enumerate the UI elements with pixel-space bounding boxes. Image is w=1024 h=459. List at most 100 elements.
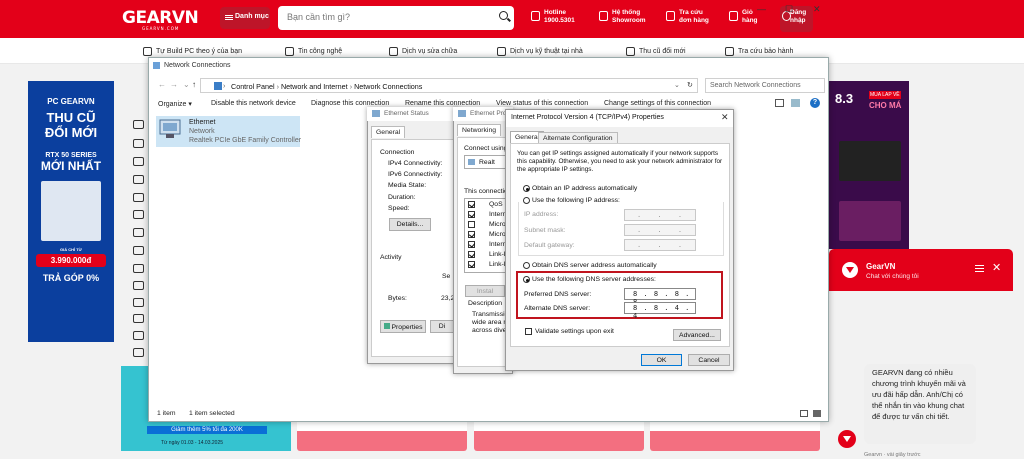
breadcrumb-control-panel[interactable]: Control Panel: [231, 82, 275, 91]
warranty-icon: [725, 47, 734, 56]
install-button[interactable]: Instal: [465, 285, 505, 297]
back-arrow-icon[interactable]: ←: [158, 80, 166, 89]
up-arrow-icon[interactable]: ↑: [192, 80, 196, 89]
subnav-build-pc[interactable]: Tự Build PC theo ý của bạn: [143, 47, 242, 56]
alternate-dns-field[interactable]: 8 . 8 . 4 . 4: [624, 302, 696, 320]
headset-icon: [531, 11, 540, 21]
properties-button[interactable]: Properties: [380, 320, 426, 333]
breadcrumb-network-internet[interactable]: Network and Internet: [281, 82, 348, 91]
category-pc-icon[interactable]: [133, 139, 144, 148]
cancel-button[interactable]: Cancel: [688, 354, 730, 366]
diagnose-command[interactable]: Diagnose this connection: [311, 100, 389, 107]
obtain-dns-radio[interactable]: [523, 262, 530, 269]
category-gamepad-icon[interactable]: [133, 314, 144, 323]
subnav-home-service[interactable]: Dịch vụ kỹ thuật tại nhà: [497, 47, 583, 56]
component-checkbox[interactable]: [468, 231, 475, 238]
category-chair-icon[interactable]: [133, 246, 144, 255]
tab-networking[interactable]: Networking: [457, 124, 501, 136]
ip-address-field[interactable]: . . .: [624, 209, 696, 221]
maximize-button[interactable]: ☐: [785, 4, 793, 15]
component-checkbox[interactable]: [468, 261, 475, 268]
truck-icon: [666, 11, 675, 21]
ipv4-close-button[interactable]: ✕: [721, 112, 729, 123]
left-banner-ad[interactable]: PC GEARVN THU CŨ ĐỔI MỚI RTX 50 SERIES M…: [28, 81, 114, 342]
address-dropdown-icon[interactable]: ⌄: [674, 80, 680, 89]
hotline[interactable]: Hotline 1900.5301: [531, 9, 575, 25]
info-text: You can get IP settings assigned automat…: [517, 150, 723, 173]
chat-logo-icon: [842, 262, 858, 278]
ok-button[interactable]: OK: [641, 354, 682, 366]
subnav-trade-in[interactable]: Thu cũ đổi mới: [626, 47, 686, 56]
preferred-dns-field[interactable]: 8 . 8 . 8 . 8: [624, 288, 696, 306]
disable-device-command[interactable]: Disable this network device: [211, 100, 296, 107]
exchange-icon: [626, 47, 635, 56]
showroom-link[interactable]: Hệ thống Showroom: [599, 9, 646, 25]
network-card-icon: [468, 159, 475, 165]
subnav-news[interactable]: Tin công nghệ: [285, 47, 342, 56]
advanced-button[interactable]: Advanced...: [673, 329, 721, 341]
view-options-icon[interactable]: [775, 99, 784, 107]
category-laptop-icon[interactable]: [133, 120, 144, 129]
component-checkbox[interactable]: [468, 241, 475, 248]
address-bar[interactable]: › Control Panel › Network and Internet ›…: [200, 78, 698, 93]
subnet-mask-field[interactable]: . . .: [624, 224, 696, 236]
category-component-icon[interactable]: [133, 157, 144, 166]
menu-button[interactable]: Danh mục: [220, 7, 270, 29]
pc-icon: [143, 47, 152, 56]
subnav-repair[interactable]: Dịch vụ sửa chữa: [389, 47, 457, 56]
component-checkbox[interactable]: [468, 201, 475, 208]
default-gateway-field[interactable]: . . .: [624, 239, 696, 251]
ipv4-dialog-title: Internet Protocol Version 4 (TCP/IPv4) P…: [511, 114, 664, 121]
network-adapter-icon: [158, 118, 184, 140]
rename-command[interactable]: Rename this connection: [405, 100, 480, 107]
control-panel-icon: [214, 82, 222, 90]
category-printer-icon[interactable]: [133, 298, 144, 307]
details-view-icon[interactable]: [800, 410, 808, 417]
category-accessory-icon[interactable]: [133, 331, 144, 340]
subnav-warranty[interactable]: Tra cứu bảo hành: [725, 47, 793, 56]
category-keyboard-icon[interactable]: [133, 193, 144, 202]
view-status-command[interactable]: View status of this connection: [496, 100, 588, 107]
component-checkbox[interactable]: [468, 211, 475, 218]
minimize-button[interactable]: —: [757, 4, 766, 14]
chat-menu-icon[interactable]: [975, 265, 984, 267]
recent-dropdown-icon[interactable]: ⌄: [183, 80, 190, 89]
large-icons-view-icon[interactable]: [813, 410, 821, 417]
right-banner-ad[interactable]: 8.3 MUA LAP VỀ CHO MÁ: [829, 81, 909, 249]
chat-close-icon[interactable]: ✕: [992, 261, 1001, 274]
category-network-icon[interactable]: [133, 281, 144, 290]
close-button[interactable]: ✕: [813, 4, 821, 15]
disable-button[interactable]: Di: [430, 320, 454, 333]
site-search-input[interactable]: Bạn cần tìm gì?: [278, 6, 514, 30]
validate-settings-checkbox[interactable]: [525, 328, 532, 335]
use-dns-radio[interactable]: [523, 276, 530, 283]
help-icon[interactable]: ?: [810, 98, 820, 108]
tab-general[interactable]: General: [371, 126, 406, 138]
details-button[interactable]: Details...: [389, 218, 431, 231]
category-headphone-icon[interactable]: [133, 228, 144, 237]
gearvn-logo[interactable]: GEARVN GEARVN.COM: [122, 8, 199, 31]
category-service-icon[interactable]: [133, 348, 144, 357]
chat-message: GEARVN đang có nhiều chương trình khuyến…: [864, 364, 976, 444]
obtain-ip-radio[interactable]: [523, 185, 530, 192]
search-icon[interactable]: [499, 11, 508, 20]
cart-link[interactable]: Giỏ hàng: [729, 9, 758, 25]
home-icon: [497, 47, 506, 56]
organize-menu[interactable]: Organize ▾: [158, 100, 192, 108]
component-checkbox[interactable]: [468, 221, 475, 228]
preview-pane-icon[interactable]: [791, 99, 800, 107]
refresh-icon[interactable]: ↻: [687, 80, 693, 89]
cart-icon: [729, 11, 738, 21]
window-title: Network Connections: [164, 62, 231, 69]
category-speaker-icon[interactable]: [133, 264, 144, 273]
news-icon: [285, 47, 294, 56]
breadcrumb-network-connections[interactable]: Network Connections: [354, 82, 422, 91]
category-monitor-icon[interactable]: [133, 175, 144, 184]
location-icon: [599, 11, 608, 21]
orders-link[interactable]: Tra cứu đơn hàng: [666, 9, 709, 25]
component-checkbox[interactable]: [468, 251, 475, 258]
change-settings-command[interactable]: Change settings of this connection: [604, 100, 711, 107]
forward-arrow-icon[interactable]: →: [170, 80, 178, 89]
category-mouse-icon[interactable]: [133, 210, 144, 219]
search-network-input[interactable]: Search Network Connections: [705, 78, 825, 93]
